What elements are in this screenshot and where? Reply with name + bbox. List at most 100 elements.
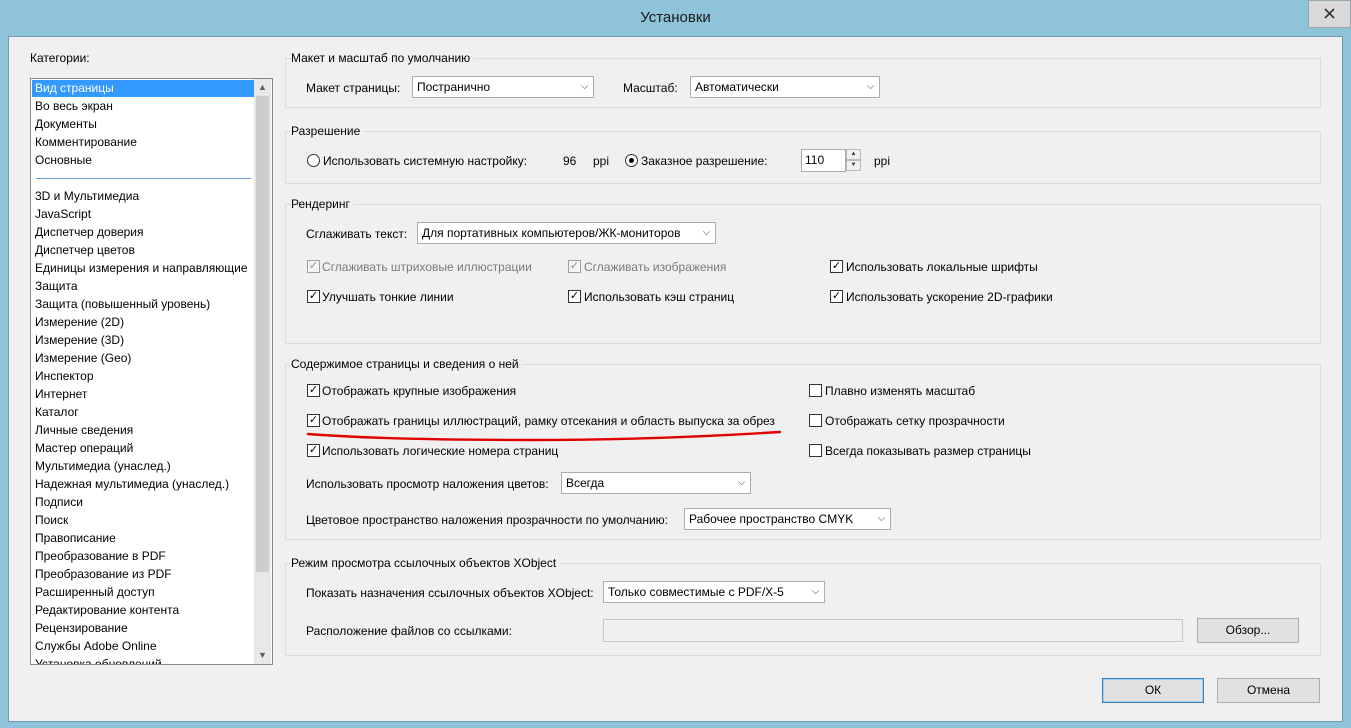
category-item[interactable]: Рецензирование	[35, 620, 128, 637]
scroll-down-arrow-icon[interactable]: ▼	[254, 647, 271, 664]
category-item[interactable]: Мастер операций	[35, 440, 133, 457]
blend-space-value: Рабочее пространство CMYK	[689, 512, 854, 526]
category-item[interactable]: Каталог	[35, 404, 79, 421]
category-item[interactable]: Комментирование	[35, 134, 137, 151]
category-item[interactable]: Подписи	[35, 494, 83, 511]
chevron-down-icon: ⌵	[702, 227, 711, 238]
category-item[interactable]: Преобразование в PDF	[35, 548, 166, 565]
chevron-down-icon: ⌵	[877, 513, 886, 524]
thin-lines-checkbox[interactable]: ✓	[307, 290, 320, 303]
scroll-thumb[interactable]	[256, 96, 269, 572]
page-layout-label: Макет страницы:	[306, 81, 401, 95]
category-item[interactable]: Защита	[35, 278, 78, 295]
spin-down-icon[interactable]: ▼	[846, 160, 861, 171]
category-item[interactable]: Личные сведения	[35, 422, 133, 439]
page-cache-label: Использовать кэш страниц	[584, 290, 735, 304]
xobject-show-value: Только совместимые с PDF/X-5	[608, 585, 784, 599]
category-item[interactable]: Инспектор	[35, 368, 94, 385]
local-fonts-label: Использовать локальные шрифты	[846, 260, 1038, 274]
cancel-button[interactable]: Отмена	[1217, 678, 1320, 703]
category-item[interactable]: Установка обновлений	[35, 656, 162, 664]
category-item[interactable]: Измерение (Geo)	[35, 350, 131, 367]
category-item[interactable]: Во весь экран	[35, 98, 113, 115]
linked-files-path-input[interactable]	[603, 619, 1183, 642]
category-item[interactable]: Поиск	[35, 512, 68, 529]
close-icon	[1324, 8, 1335, 19]
category-item[interactable]: Редактирование контента	[35, 602, 179, 619]
category-item[interactable]: Правописание	[35, 530, 116, 547]
xobject-group-title: Режим просмотра ссылочных объектов XObje…	[291, 556, 560, 570]
chevron-down-icon: ⌵	[866, 81, 875, 92]
overprint-label: Использовать просмотр наложения цветов:	[306, 477, 549, 491]
category-item[interactable]: Защита (повышенный уровень)	[35, 296, 210, 313]
category-item[interactable]: Преобразование из PDF	[35, 566, 172, 583]
smooth-zoom-label: Плавно изменять масштаб	[825, 384, 976, 398]
custom-resolution-label: Заказное разрешение:	[641, 154, 768, 168]
category-item[interactable]: Службы Adobe Online	[35, 638, 157, 655]
blend-space-select[interactable]: Рабочее пространство CMYK ⌵	[684, 508, 891, 530]
ok-button[interactable]: ОК	[1102, 678, 1204, 703]
category-item[interactable]: JavaScript	[35, 206, 91, 223]
transparency-grid-checkbox[interactable]	[809, 414, 822, 427]
page-layout-select[interactable]: Постранично ⌵	[412, 76, 594, 98]
smooth-line-art-checkbox[interactable]: ✓	[307, 260, 320, 273]
window-title: Установки	[640, 9, 711, 26]
system-resolution-unit: ppi	[593, 154, 610, 168]
xobject-group	[285, 563, 1321, 656]
large-images-checkbox[interactable]: ✓	[307, 384, 320, 397]
category-item[interactable]: Расширенный доступ	[35, 584, 155, 601]
zoom-value: Автоматически	[695, 80, 779, 94]
overprint-select[interactable]: Всегда ⌵	[561, 472, 751, 494]
chevron-down-icon: ⌵	[580, 81, 589, 92]
local-fonts-checkbox[interactable]: ✓	[830, 260, 843, 273]
content-group-title: Содержимое страницы и сведения о ней	[291, 357, 522, 371]
category-item[interactable]: Надежная мультимедиа (унаслед.)	[35, 476, 229, 493]
category-item[interactable]: Измерение (2D)	[35, 314, 124, 331]
category-separator	[36, 178, 251, 179]
scroll-up-arrow-icon[interactable]: ▲	[254, 79, 271, 96]
smooth-zoom-checkbox[interactable]	[809, 384, 822, 397]
layout-group-title: Макет и масштаб по умолчанию	[291, 51, 474, 65]
page-size-checkbox[interactable]	[809, 444, 822, 457]
zoom-select[interactable]: Автоматически ⌵	[690, 76, 880, 98]
logical-pages-checkbox[interactable]: ✓	[307, 444, 320, 457]
system-resolution-value: 96	[563, 154, 577, 168]
smooth-line-art-label: Сглаживать штриховые иллюстрации	[322, 260, 532, 274]
thin-lines-label: Улучшать тонкие линии	[322, 290, 454, 304]
browse-button[interactable]: Обзор...	[1197, 618, 1299, 643]
page-cache-checkbox[interactable]: ✓	[568, 290, 581, 303]
category-item[interactable]: Диспетчер доверия	[35, 224, 144, 241]
custom-resolution-radio[interactable]	[625, 154, 638, 167]
smooth-text-select[interactable]: Для портативных компьютеров/ЖК-мониторов…	[417, 222, 716, 244]
category-item[interactable]: Единицы измерения и направляющие	[35, 260, 248, 277]
linked-files-label: Расположение файлов со ссылками:	[306, 624, 512, 638]
category-item[interactable]: 3D и Мультимедиа	[35, 188, 139, 205]
xobject-show-select[interactable]: Только совместимые с PDF/X-5 ⌵	[603, 581, 825, 603]
rendering-group-title: Рендеринг	[291, 197, 353, 211]
smooth-images-checkbox[interactable]: ✓	[568, 260, 581, 273]
large-images-label: Отображать крупные изображения	[322, 384, 517, 398]
overprint-value: Всегда	[566, 476, 605, 490]
custom-resolution-unit: ppi	[874, 154, 891, 168]
smooth-text-value: Для портативных компьютеров/ЖК-мониторов	[422, 226, 681, 240]
close-button[interactable]	[1308, 0, 1351, 28]
2d-accel-checkbox[interactable]: ✓	[830, 290, 843, 303]
category-item[interactable]: Вид страницы	[32, 80, 254, 97]
spin-up-icon[interactable]: ▲	[846, 149, 861, 160]
system-resolution-radio[interactable]	[307, 154, 320, 167]
smooth-images-label: Сглаживать изображения	[584, 260, 727, 274]
page-layout-value: Постранично	[417, 80, 491, 94]
2d-accel-label: Использовать ускорение 2D-графики	[846, 290, 1053, 304]
categories-label: Категории:	[30, 51, 90, 65]
category-item[interactable]: Интернет	[35, 386, 87, 403]
category-item[interactable]: Документы	[35, 116, 97, 133]
category-item[interactable]: Диспетчер цветов	[35, 242, 135, 259]
categories-list[interactable]: Вид страницы Во весь экран Документы Коммен…	[30, 78, 273, 665]
custom-resolution-input[interactable]: 110	[801, 149, 846, 172]
smooth-text-label: Сглаживать текст:	[306, 227, 408, 241]
category-item[interactable]: Измерение (3D)	[35, 332, 124, 349]
logical-pages-label: Использовать логические номера страниц	[322, 444, 559, 458]
category-item[interactable]: Мультимедиа (унаслед.)	[35, 458, 171, 475]
xobject-show-label: Показать назначения ссылочных объектов X…	[306, 586, 594, 600]
category-item[interactable]: Основные	[35, 152, 92, 169]
